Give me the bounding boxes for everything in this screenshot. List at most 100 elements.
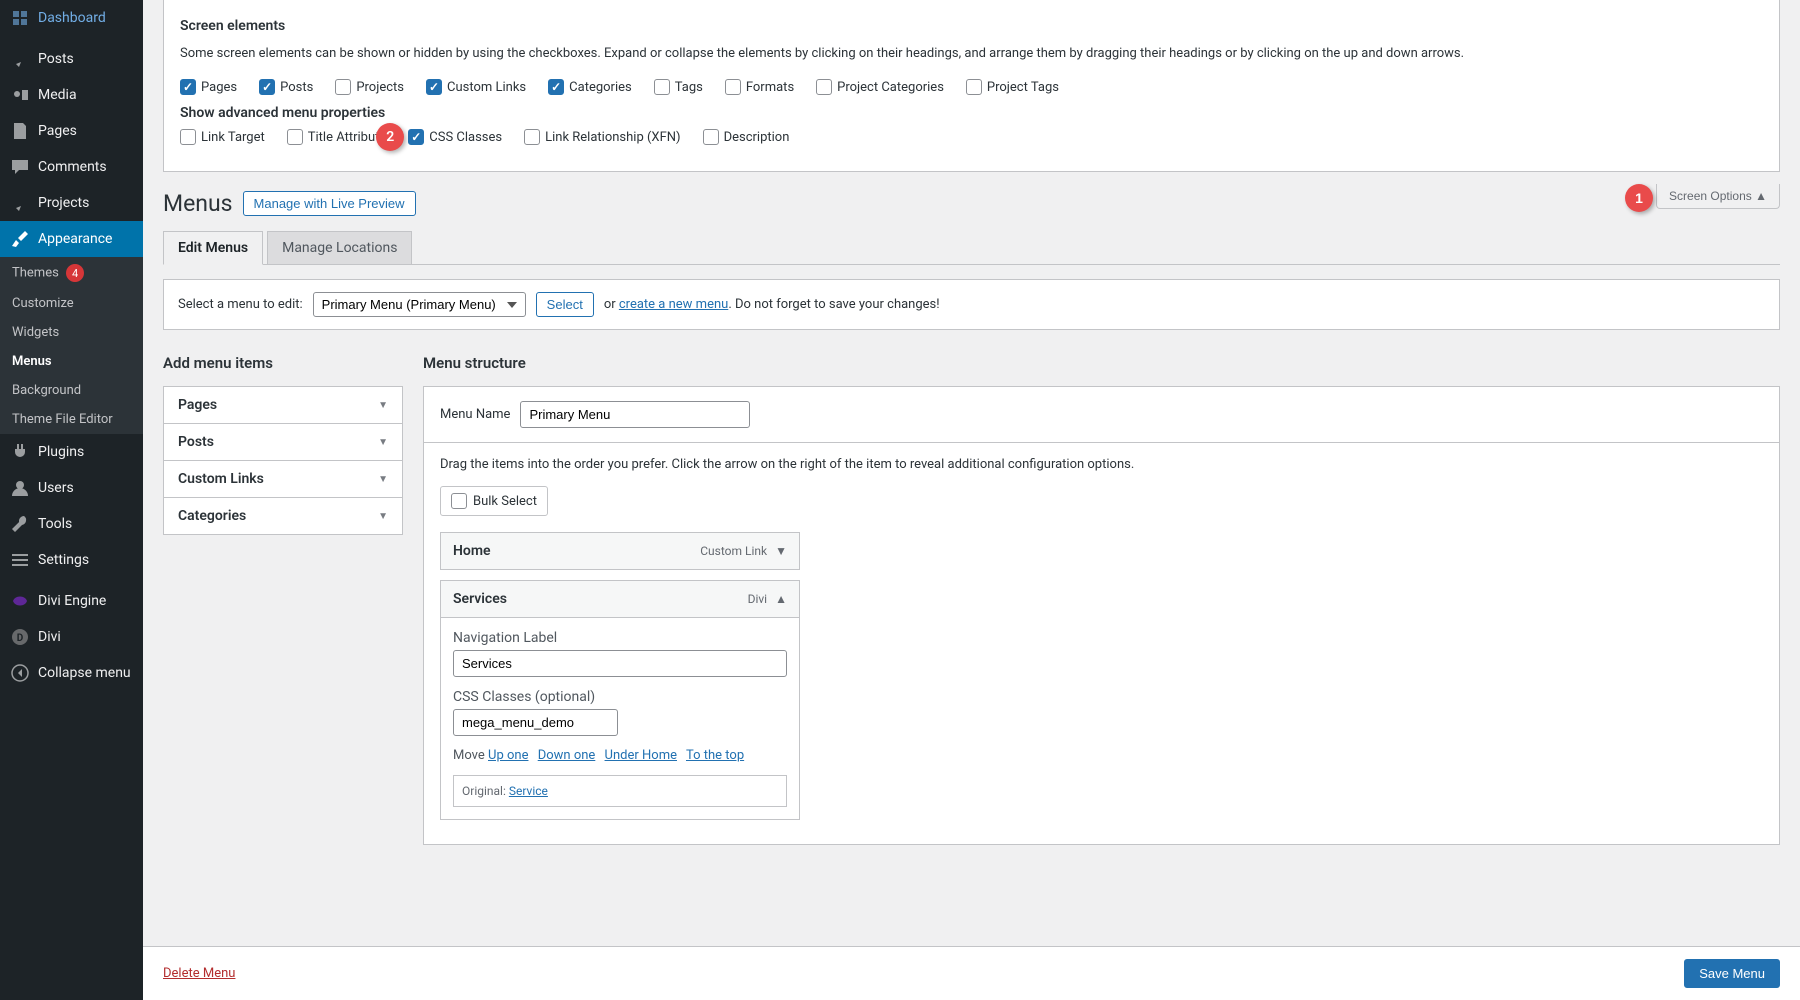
sidebar-item-label: Media <box>38 87 77 103</box>
menu-select-bar: Select a menu to edit: Primary Menu (Pri… <box>163 279 1780 330</box>
delete-menu-link[interactable]: Delete Menu <box>163 966 235 981</box>
live-preview-button[interactable]: Manage with Live Preview <box>243 191 416 216</box>
tab-edit-menus[interactable]: Edit Menus <box>163 231 263 265</box>
appearance-submenu: Themes 4 Customize Widgets Menus Backgro… <box>0 257 143 434</box>
sidebar-item-label: Tools <box>38 516 72 532</box>
page-icon <box>10 121 30 141</box>
screen-options-toggle[interactable]: 1 Screen Options ▲ <box>1656 184 1780 209</box>
checkbox-icon <box>966 79 982 95</box>
menu-select[interactable]: Primary Menu (Primary Menu) <box>313 292 526 317</box>
add-items-accordion: Pages▼ Posts▼ Custom Links▼ Categories▼ <box>163 386 403 535</box>
menu-tabs: Edit Menus Manage Locations <box>163 231 1780 265</box>
menu-structure-column: Menu structure Menu Name Drag the items … <box>423 354 1780 845</box>
checkbox-icon <box>408 129 424 145</box>
tab-manage-locations[interactable]: Manage Locations <box>267 231 412 265</box>
menu-name-input[interactable] <box>520 401 750 428</box>
menu-item-services-header[interactable]: Services Divi▲ <box>441 581 799 617</box>
accordion-pages[interactable]: Pages▼ <box>164 387 402 424</box>
sub-item-widgets[interactable]: Widgets <box>0 318 143 347</box>
sub-item-menus[interactable]: Menus <box>0 347 143 376</box>
css-classes-input[interactable] <box>453 709 618 736</box>
update-badge: 4 <box>66 264 84 282</box>
sub-item-background[interactable]: Background <box>0 376 143 405</box>
chevron-up-icon: ▲ <box>775 592 787 606</box>
comment-icon <box>10 157 30 177</box>
sidebar-item-divi[interactable]: D Divi <box>0 619 143 655</box>
accordion-posts[interactable]: Posts▼ <box>164 424 402 461</box>
chevron-down-icon: ▼ <box>775 544 787 558</box>
sidebar-item-projects[interactable]: Projects <box>0 185 143 221</box>
sub-item-customize[interactable]: Customize <box>0 289 143 318</box>
sidebar-item-label: Divi <box>38 629 61 645</box>
menu-item-services: Services Divi▲ Navigation Label CSS Clas… <box>440 580 800 820</box>
cb-posts[interactable]: Posts <box>259 79 313 95</box>
checkbox-icon <box>816 79 832 95</box>
create-new-menu-link[interactable]: create a new menu <box>619 297 728 312</box>
cb-tags[interactable]: Tags <box>654 79 703 95</box>
sidebar-item-settings[interactable]: Settings <box>0 542 143 578</box>
menu-name-label: Menu Name <box>440 407 510 422</box>
sub-item-themes[interactable]: Themes 4 <box>0 257 143 289</box>
sidebar-item-tools[interactable]: Tools <box>0 506 143 542</box>
sidebar-item-collapse[interactable]: Collapse menu <box>0 655 143 691</box>
menu-structure-box: Menu Name Drag the items into the order … <box>423 386 1780 845</box>
cb-project-tags[interactable]: Project Tags <box>966 79 1059 95</box>
sidebar-item-media[interactable]: Media <box>0 77 143 113</box>
original-link[interactable]: Service <box>509 784 548 798</box>
nav-label-input[interactable] <box>453 650 787 677</box>
sidebar-item-divi-engine[interactable]: Divi Engine <box>0 583 143 619</box>
save-menu-button[interactable]: Save Menu <box>1684 959 1780 988</box>
bulk-select[interactable]: Bulk Select <box>440 486 548 516</box>
sidebar-item-plugins[interactable]: Plugins <box>0 434 143 470</box>
collapse-icon <box>10 663 30 683</box>
user-icon <box>10 478 30 498</box>
move-top-link[interactable]: To the top <box>686 748 744 763</box>
select-button[interactable]: Select <box>536 292 594 317</box>
move-up-link[interactable]: Up one <box>488 748 528 763</box>
accordion-custom-links[interactable]: Custom Links▼ <box>164 461 402 498</box>
sidebar-item-posts[interactable]: Posts <box>0 41 143 77</box>
cb-css-classes[interactable]: CSS Classes <box>408 129 502 145</box>
css-classes-field-label: CSS Classes (optional) <box>453 689 787 705</box>
checkbox-icon <box>654 79 670 95</box>
cb-pages[interactable]: Pages <box>180 79 237 95</box>
cb-project-categories[interactable]: Project Categories <box>816 79 944 95</box>
checkbox-icon <box>180 79 196 95</box>
dashboard-icon <box>10 8 30 28</box>
advanced-props-row: Link Target Title Attribute 2 CSS Classe… <box>180 129 1763 145</box>
sidebar-item-label: Posts <box>38 51 74 67</box>
checkbox-icon <box>335 79 351 95</box>
sidebar-item-users[interactable]: Users <box>0 470 143 506</box>
sidebar-item-pages[interactable]: Pages <box>0 113 143 149</box>
menu-name-row: Menu Name <box>424 387 1779 443</box>
accordion-categories[interactable]: Categories▼ <box>164 498 402 534</box>
cb-custom-links[interactable]: Custom Links <box>426 79 526 95</box>
checkbox-icon <box>451 493 467 509</box>
sub-item-theme-file-editor[interactable]: Theme File Editor <box>0 405 143 434</box>
sidebar-item-appearance[interactable]: Appearance <box>0 221 143 257</box>
sidebar-item-label: Projects <box>38 195 89 211</box>
move-under-link[interactable]: Under Home <box>605 748 677 763</box>
cb-link-relationship[interactable]: Link Relationship (XFN) <box>524 129 680 145</box>
menu-item-title: Services <box>453 591 507 607</box>
sidebar-item-dashboard[interactable]: Dashboard <box>0 0 143 36</box>
nav-label-field-label: Navigation Label <box>453 630 787 646</box>
cb-link-target[interactable]: Link Target <box>180 129 265 145</box>
sidebar-item-label: Appearance <box>38 231 112 247</box>
cb-description[interactable]: Description <box>703 129 790 145</box>
sidebar-item-label: Users <box>38 480 74 496</box>
menu-item-home[interactable]: Home Custom Link▼ <box>440 532 800 570</box>
cb-projects[interactable]: Projects <box>335 79 404 95</box>
screen-elements-desc: Some screen elements can be shown or hid… <box>180 46 1763 61</box>
cb-title-attribute[interactable]: Title Attribute 2 <box>287 129 387 145</box>
cb-categories[interactable]: Categories <box>548 79 632 95</box>
checkbox-icon <box>287 129 303 145</box>
sidebar-item-label: Divi Engine <box>38 593 106 609</box>
checkbox-icon <box>426 79 442 95</box>
sidebar-item-comments[interactable]: Comments <box>0 149 143 185</box>
cb-formats[interactable]: Formats <box>725 79 794 95</box>
pin-icon <box>10 49 30 69</box>
admin-sidebar: Dashboard Posts Media Pages Comments Pro… <box>0 0 143 1000</box>
checkbox-icon <box>524 129 540 145</box>
move-down-link[interactable]: Down one <box>538 748 596 763</box>
